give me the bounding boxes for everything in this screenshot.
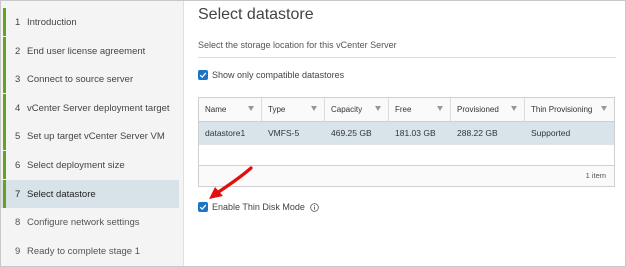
step-number: 6	[15, 159, 21, 171]
step-label: Configure network settings	[27, 216, 140, 228]
column-label: Name	[205, 105, 227, 114]
table-header: Name Type Capacity Free Provisioned Thin…	[199, 98, 614, 122]
step-setup-target-vm[interactable]: 5 Set up target vCenter Server VM	[1, 122, 179, 150]
step-deployment-target[interactable]: 4 vCenter Server deployment target	[1, 94, 179, 122]
divider	[198, 57, 616, 58]
cell-type: VMFS-5	[268, 128, 300, 138]
cell-provisioned: 288.22 GB	[457, 128, 498, 138]
checkmark-icon[interactable]	[198, 70, 208, 80]
step-number: 9	[15, 245, 21, 257]
step-label: Select datastore	[27, 188, 96, 200]
filter-icon[interactable]	[511, 106, 517, 111]
column-header-type[interactable]: Type	[262, 98, 325, 121]
step-complete-bar	[3, 65, 6, 93]
column-header-provisioned[interactable]: Provisioned	[451, 98, 525, 121]
column-header-free[interactable]: Free	[389, 98, 451, 121]
column-label: Free	[395, 105, 412, 114]
step-complete-bar	[3, 180, 6, 208]
datastore-table: Name Type Capacity Free Provisioned Thin…	[198, 97, 615, 187]
column-header-thin-provisioning[interactable]: Thin Provisioning	[525, 98, 614, 121]
cell-name: datastore1	[205, 128, 246, 138]
step-label: Connect to source server	[27, 73, 134, 85]
step-complete-bar	[3, 94, 6, 122]
info-icon[interactable]	[310, 202, 319, 212]
item-count: 1 item	[585, 171, 606, 180]
step-ready-to-complete[interactable]: 9 Ready to complete stage 1	[1, 237, 179, 265]
step-eula[interactable]: 2 End user license agreement	[1, 37, 179, 65]
step-label: Set up target vCenter Server VM	[27, 130, 165, 142]
column-header-capacity[interactable]: Capacity	[325, 98, 389, 121]
step-number: 7	[15, 188, 21, 200]
step-number: 3	[15, 73, 21, 85]
step-number: 4	[15, 102, 21, 114]
column-label: Type	[268, 105, 286, 114]
step-complete-bar	[3, 122, 6, 150]
step-select-datastore[interactable]: 7 Select datastore	[1, 180, 179, 208]
filter-icon[interactable]	[601, 106, 607, 111]
cell-thin-provisioning: Supported	[531, 128, 571, 138]
step-complete-bar	[3, 8, 6, 36]
step-label: Introduction	[27, 16, 77, 28]
step-label: Select deployment size	[27, 159, 125, 171]
cell-free: 181.03 GB	[395, 128, 436, 138]
wizard-steps-sidebar: 1 Introduction 2 End user license agreem…	[1, 1, 184, 266]
step-number: 1	[15, 16, 21, 28]
cell-capacity: 469.25 GB	[331, 128, 372, 138]
page-title: Select datastore	[198, 6, 314, 23]
red-arrow-icon	[209, 166, 253, 199]
step-label: End user license agreement	[27, 45, 146, 57]
step-number: 2	[15, 45, 21, 57]
step-connect-source[interactable]: 3 Connect to source server	[1, 65, 179, 93]
column-header-name[interactable]: Name	[199, 98, 262, 121]
compatible-datastores-checkbox[interactable]: Show only compatible datastores	[198, 70, 344, 80]
filter-icon[interactable]	[437, 106, 443, 111]
main-panel: Select datastore Select the storage loca…	[184, 1, 625, 266]
step-introduction[interactable]: 1 Introduction	[1, 8, 179, 36]
step-deployment-size[interactable]: 6 Select deployment size	[1, 151, 179, 179]
column-label: Thin Provisioning	[531, 105, 593, 114]
column-label: Capacity	[331, 105, 363, 114]
step-complete-bar	[3, 151, 6, 179]
column-label: Provisioned	[457, 105, 499, 114]
filter-icon[interactable]	[311, 106, 317, 111]
table-footer: 1 item	[199, 165, 614, 186]
installer-window: 1 Introduction 2 End user license agreem…	[0, 0, 626, 267]
step-number: 8	[15, 216, 21, 228]
filter-icon[interactable]	[375, 106, 381, 111]
step-label: vCenter Server deployment target	[27, 102, 170, 114]
step-label: Ready to complete stage 1	[27, 245, 141, 257]
step-number: 5	[15, 130, 21, 142]
compatible-datastores-label: Show only compatible datastores	[212, 70, 345, 80]
step-network-settings[interactable]: 8 Configure network settings	[1, 208, 179, 236]
step-complete-bar	[3, 37, 6, 65]
page-subtitle: Select the storage location for this vCe…	[198, 40, 397, 50]
table-row[interactable]: datastore1 VMFS-5 469.25 GB 181.03 GB 28…	[199, 122, 614, 145]
filter-icon[interactable]	[248, 106, 254, 111]
